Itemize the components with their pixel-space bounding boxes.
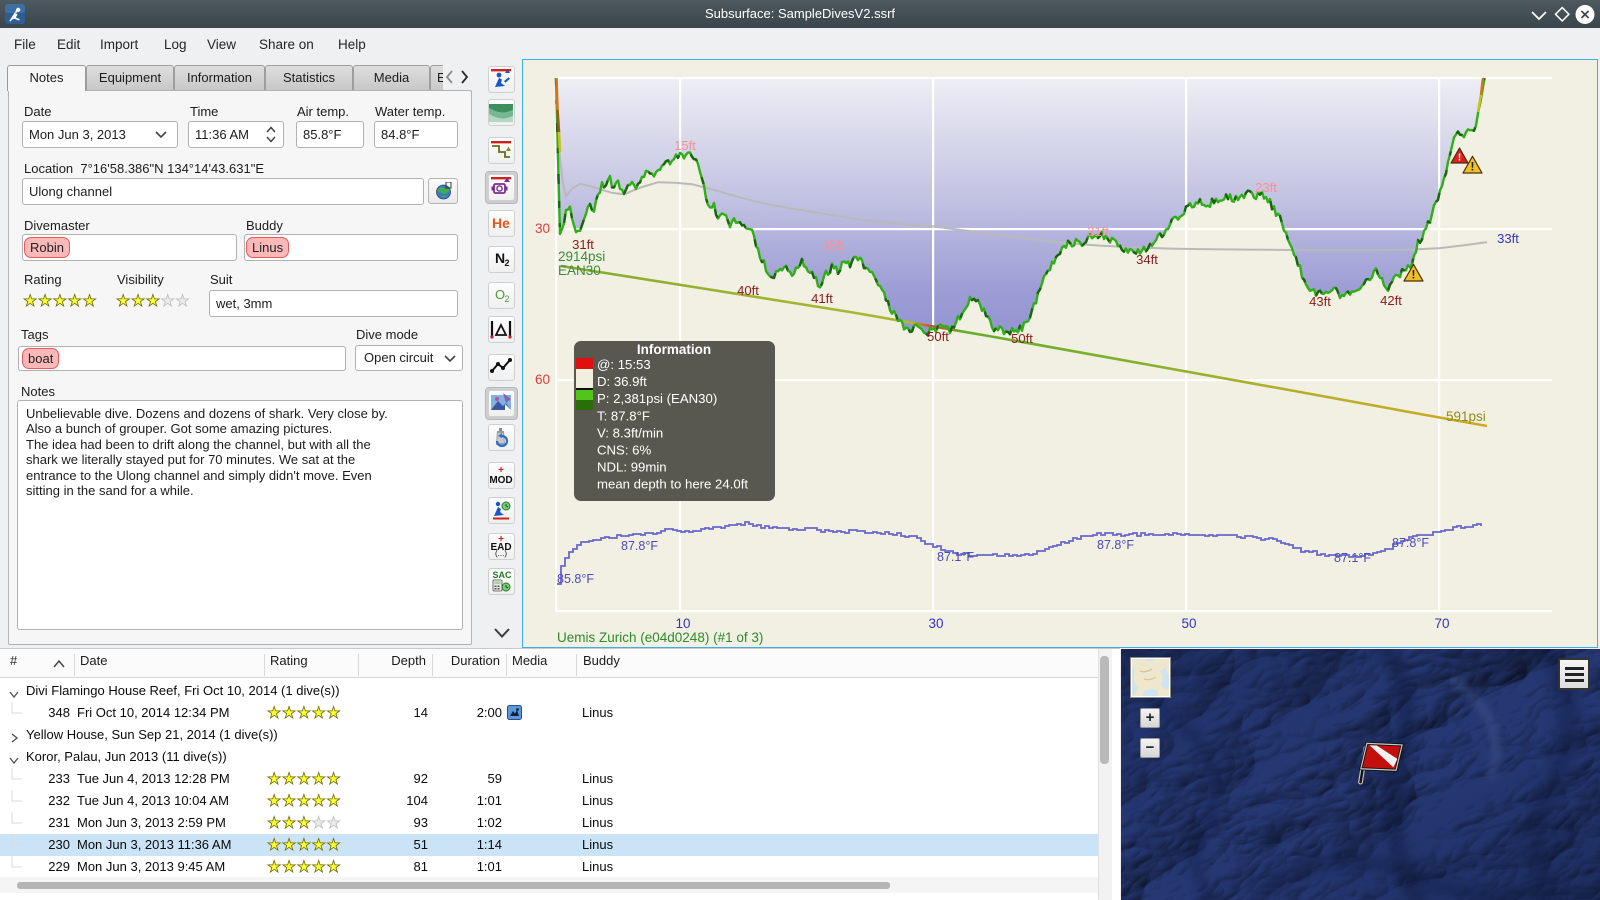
svg-text:2: 2 — [504, 294, 509, 304]
svg-text:MOD: MOD — [489, 475, 512, 486]
svg-text:2: 2 — [504, 258, 509, 268]
svg-text:He: He — [492, 215, 510, 231]
svg-text:(...): (...) — [495, 549, 507, 558]
svg-text:SAC: SAC — [492, 570, 512, 580]
